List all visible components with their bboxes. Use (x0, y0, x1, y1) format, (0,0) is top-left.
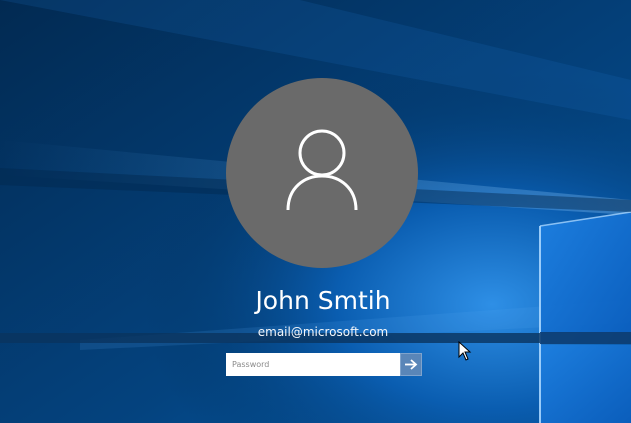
arrow-right-icon (405, 359, 418, 370)
user-icon (286, 129, 358, 211)
lock-screen: John Smtih email@microsoft.com (0, 0, 631, 423)
mouse-cursor-icon (458, 341, 472, 361)
submit-button[interactable] (400, 353, 422, 376)
password-row (226, 353, 422, 376)
password-field[interactable] (226, 353, 400, 376)
user-email: email@microsoft.com (257, 325, 389, 339)
user-name: John Smtih (255, 286, 391, 315)
user-avatar (226, 78, 418, 268)
